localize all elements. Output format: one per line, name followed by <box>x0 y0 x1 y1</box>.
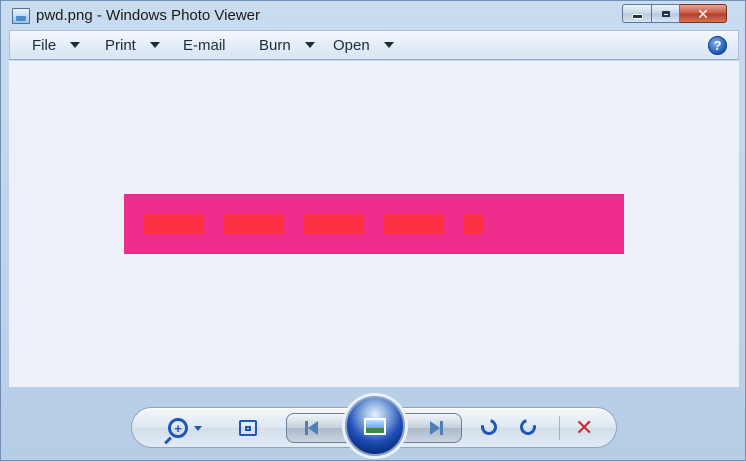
minimize-button[interactable] <box>622 4 652 23</box>
photo-viewer-window: pwd.png - Windows Photo Viewer ✕ File Pr… <box>0 0 746 461</box>
rotate-clockwise-icon <box>517 416 539 438</box>
rotate-clockwise-button[interactable] <box>517 416 539 438</box>
actual-size-button[interactable] <box>239 420 257 436</box>
masked-character <box>224 214 284 234</box>
masked-character <box>304 214 364 234</box>
previous-button[interactable] <box>305 421 318 435</box>
menu-email-label: E-mail <box>183 36 226 54</box>
menu-email[interactable]: E-mail <box>183 31 226 59</box>
maximize-button[interactable] <box>652 4 680 23</box>
caption-buttons: ✕ <box>622 4 727 23</box>
delete-icon: ✕ <box>575 415 594 440</box>
control-bar: + ✕ <box>131 396 617 456</box>
rotate-counterclockwise-button[interactable] <box>478 416 500 438</box>
menu-open-label: Open <box>333 36 370 54</box>
chevron-down-icon <box>383 42 394 48</box>
close-icon: ✕ <box>697 5 709 22</box>
displayed-image <box>124 194 624 254</box>
minimize-icon <box>631 14 643 19</box>
masked-character <box>464 214 484 234</box>
close-button[interactable]: ✕ <box>680 4 727 23</box>
window-title: pwd.png - Windows Photo Viewer <box>36 7 261 24</box>
photo-viewer-app-icon[interactable] <box>12 8 30 24</box>
chevron-down-icon <box>304 42 315 48</box>
rotate-counterclockwise-icon <box>478 416 500 438</box>
menu-print-label: Print <box>105 36 136 54</box>
image-viewer-area[interactable] <box>9 61 739 387</box>
menu-open[interactable]: Open <box>333 31 394 59</box>
menu-file-label: File <box>32 36 57 54</box>
zoom-icon: + <box>168 418 188 438</box>
title-bar[interactable]: pwd.png - Windows Photo Viewer ✕ <box>1 1 745 30</box>
menu-burn[interactable]: Burn <box>259 31 315 59</box>
masked-character <box>384 214 444 234</box>
maximize-icon <box>661 10 670 17</box>
masked-character <box>144 214 204 234</box>
help-icon[interactable]: ? <box>708 36 727 55</box>
menu-bar: File Print E-mail Burn Open ? <box>9 30 739 60</box>
next-button[interactable] <box>430 421 443 435</box>
menu-print[interactable]: Print <box>105 31 160 59</box>
divider <box>559 416 560 440</box>
next-icon <box>430 421 440 435</box>
chevron-down-icon <box>194 425 202 431</box>
chevron-down-icon <box>70 42 81 48</box>
menu-file[interactable]: File <box>32 31 81 59</box>
menu-burn-label: Burn <box>259 36 291 54</box>
delete-button[interactable]: ✕ <box>575 417 593 439</box>
slideshow-button[interactable] <box>345 396 405 456</box>
actual-size-icon <box>239 420 257 436</box>
zoom-button[interactable]: + <box>168 418 202 438</box>
slideshow-icon <box>364 417 386 435</box>
chevron-down-icon <box>149 42 160 48</box>
